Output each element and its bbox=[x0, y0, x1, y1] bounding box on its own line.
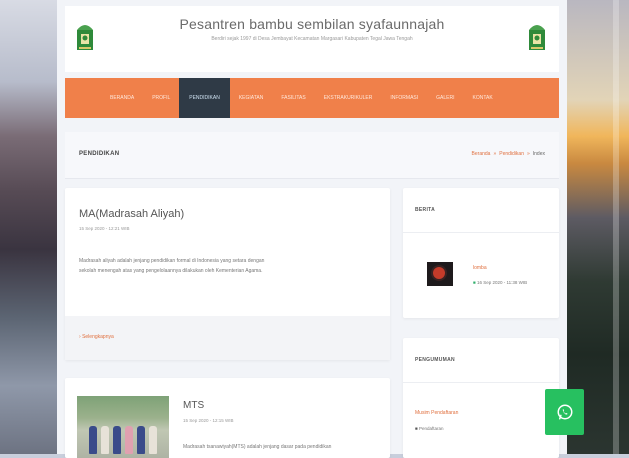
breadcrumb-separator: » bbox=[493, 151, 497, 157]
news-date: ■ 16 Sep 2020 - 11:38 WIB bbox=[473, 280, 527, 285]
widget-header: BERITA bbox=[403, 188, 559, 233]
news-thumbnail[interactable] bbox=[427, 262, 453, 286]
breadcrumb-home-link[interactable]: Beranda bbox=[472, 151, 491, 157]
read-more-link[interactable]: › Selengkapnya bbox=[79, 334, 114, 340]
post-excerpt: Madrasah aliyah adalah jenjang pendidika… bbox=[79, 258, 265, 274]
post-card: MA(Madrasah Aliyah) 15 Sep 2020 - 12:21 … bbox=[65, 188, 390, 360]
whatsapp-button[interactable] bbox=[545, 389, 584, 435]
nav-item-ekstrakurikuler[interactable]: EKSTRAKURIKULER bbox=[315, 78, 382, 118]
breadcrumb-separator: » bbox=[526, 151, 530, 157]
nav-item-pendidikan[interactable]: PENDIDIKAN bbox=[179, 78, 230, 118]
announcement-sub-text: Pendaftaran bbox=[418, 426, 444, 431]
announcement-widget: PENGUMUMAN Musim Pendaftaran ■ Pendaftar… bbox=[403, 338, 559, 458]
main-nav: BERANDA PROFIL PENDIDIKAN KEGIATAN FASIL… bbox=[65, 78, 559, 118]
nav-item-kontak[interactable]: KONTAK bbox=[463, 78, 501, 118]
background-scenery-right bbox=[567, 0, 629, 454]
whatsapp-icon bbox=[557, 404, 572, 420]
nav-item-beranda[interactable]: BERANDA bbox=[101, 78, 143, 118]
nav-item-kegiatan[interactable]: KEGIATAN bbox=[230, 78, 273, 118]
photo-person bbox=[89, 426, 97, 454]
post-thumbnail[interactable] bbox=[77, 396, 169, 458]
breadcrumb-current: Index bbox=[532, 151, 545, 157]
news-widget: BERITA lomba ■ 16 Sep 2020 - 11:38 WIB bbox=[403, 188, 559, 318]
site-subtitle: Berdiri sejak 1997 di Desa Jembayat Keca… bbox=[211, 36, 413, 42]
read-more-label: Selengkapnya bbox=[82, 334, 114, 340]
post-date: 15 Sep 2020 - 12:21 WIB bbox=[79, 226, 130, 231]
breadcrumb-bar: PENDIDIKAN Beranda» Pendidikan» Index bbox=[65, 132, 559, 179]
post-footer: › Selengkapnya bbox=[65, 316, 390, 360]
photo-person bbox=[137, 426, 145, 454]
nav-item-profil[interactable]: PROFIL bbox=[143, 78, 179, 118]
calendar-icon: ■ bbox=[415, 426, 418, 431]
site-title[interactable]: Pesantren bambu sembilan syafaunnajah bbox=[65, 16, 559, 32]
nav-item-fasilitas[interactable]: FASILITAS bbox=[272, 78, 314, 118]
pesantren-logo-icon[interactable] bbox=[527, 20, 547, 52]
photo-person bbox=[149, 426, 157, 454]
page-title: PENDIDIKAN bbox=[79, 151, 120, 157]
post-title[interactable]: MTS bbox=[183, 400, 204, 411]
widget-title: PENGUMUMAN bbox=[415, 357, 455, 363]
photo-person bbox=[113, 426, 121, 454]
post-title[interactable]: MA(Madrasah Aliyah) bbox=[79, 208, 184, 220]
post-excerpt: Madrasah tsanawiyah(MTS) adalah jenjang … bbox=[183, 444, 332, 450]
news-date-text: 16 Sep 2020 - 11:38 WIB bbox=[476, 280, 528, 285]
nav-items: BERANDA PROFIL PENDIDIKAN KEGIATAN FASIL… bbox=[101, 78, 502, 118]
breadcrumb: Beranda» Pendidikan» Index bbox=[472, 151, 545, 157]
photo-person bbox=[125, 426, 133, 454]
widget-header: PENGUMUMAN bbox=[403, 338, 559, 383]
calendar-icon: ■ bbox=[473, 280, 476, 285]
site-header: Pesantren bambu sembilan syafaunnajah Be… bbox=[65, 6, 559, 72]
page-container: Pesantren bambu sembilan syafaunnajah Be… bbox=[57, 0, 567, 458]
post-card: MTS 15 Sep 2020 - 12:15 WIB Madrasah tsa… bbox=[65, 378, 390, 458]
announcement-sub: ■ Pendaftaran bbox=[415, 426, 444, 431]
breadcrumb-section-link[interactable]: Pendidikan bbox=[499, 151, 524, 157]
nav-item-informasi[interactable]: INFORMASI bbox=[381, 78, 427, 118]
photo-person bbox=[101, 426, 109, 454]
arrow-right-icon: › bbox=[79, 334, 81, 340]
post-date: 15 Sep 2020 - 12:15 WIB bbox=[183, 418, 234, 423]
widget-title: BERITA bbox=[415, 207, 436, 213]
nav-item-galeri[interactable]: GALERI bbox=[427, 78, 463, 118]
announcement-title[interactable]: Musim Pendaftaran bbox=[415, 410, 458, 416]
news-title[interactable]: lomba bbox=[473, 265, 487, 271]
